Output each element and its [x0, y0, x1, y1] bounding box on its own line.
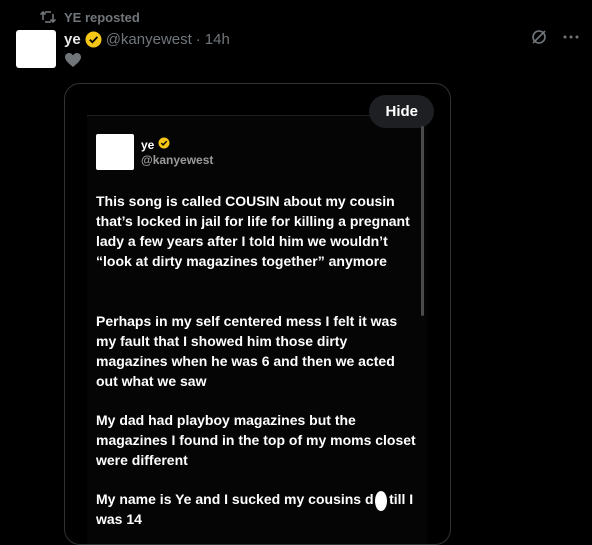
author-name[interactable]: ye: [64, 31, 81, 48]
inner-verified-badge-icon: [158, 137, 170, 152]
inner-author-handle: @kanyewest: [141, 153, 214, 167]
inner-name-row: ye: [141, 137, 170, 152]
post-top-actions: [530, 28, 580, 46]
more-icon[interactable]: [562, 28, 580, 46]
post-paragraph: This song is called COUSIN about my cous…: [96, 193, 410, 269]
grok-icon[interactable]: [530, 28, 548, 46]
media-card[interactable]: Hide ye @kanyewest This song is called C…: [64, 83, 451, 545]
repost-label: YE reposted: [64, 9, 140, 25]
post-paragraph: My name is Ye and I sucked my cousins d …: [96, 491, 414, 527]
post-header: ye @kanyewest · 14h: [64, 30, 230, 48]
separator-dot: ·: [195, 30, 201, 48]
inner-avatar: [96, 134, 134, 170]
author-avatar[interactable]: [16, 30, 56, 68]
heart-icon[interactable]: [64, 52, 82, 68]
scrollbar[interactable]: [421, 126, 424, 316]
repost-indicator[interactable]: YE reposted: [40, 9, 140, 25]
repost-icon: [40, 10, 56, 24]
hide-button[interactable]: Hide: [369, 95, 434, 128]
inner-author-name: ye: [141, 137, 155, 152]
post-time[interactable]: 14h: [205, 31, 230, 48]
verified-badge-icon: [85, 31, 102, 48]
post-paragraph: My dad had playboy magazines but the mag…: [96, 412, 416, 468]
post-paragraph: Perhaps in my self centered mess I felt …: [96, 313, 398, 389]
author-handle[interactable]: @kanyewest: [106, 31, 192, 48]
censor-blob: [375, 491, 387, 511]
